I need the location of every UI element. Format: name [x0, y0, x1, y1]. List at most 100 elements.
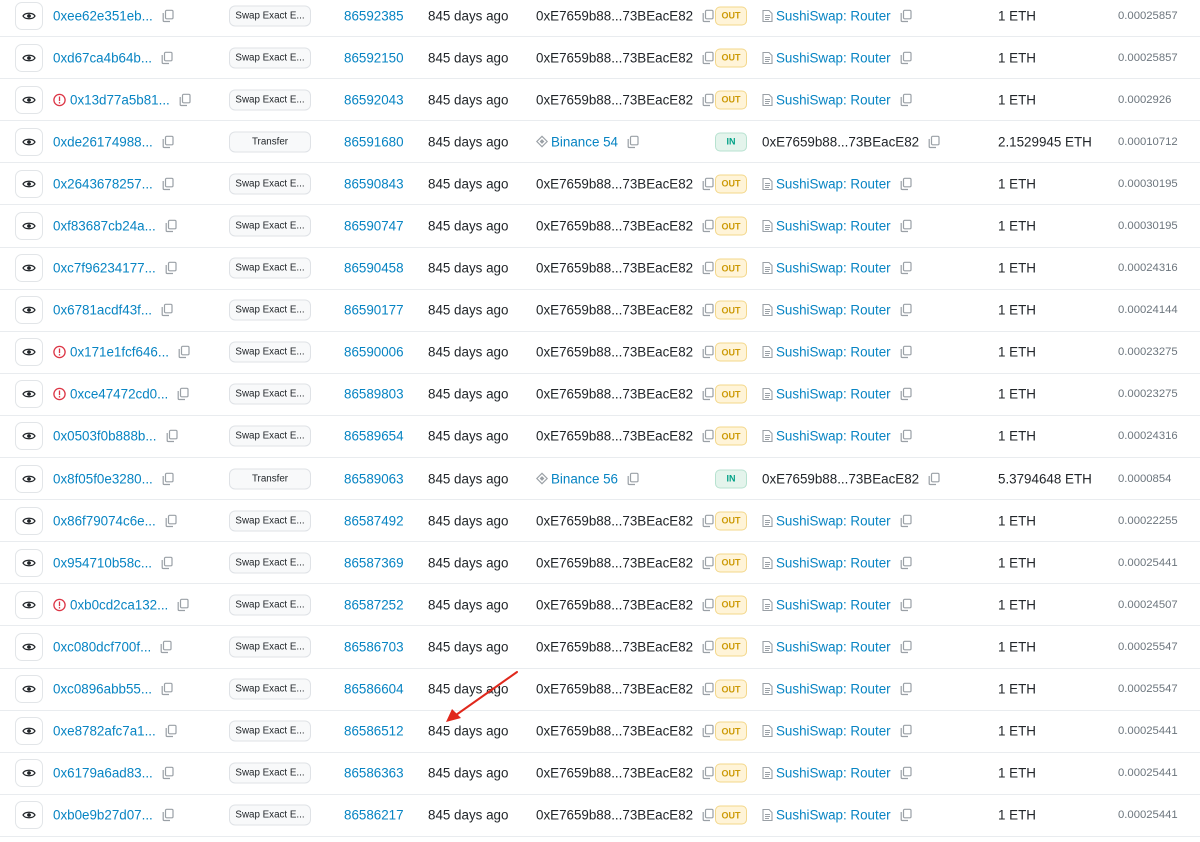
view-details-eye-icon[interactable]: [15, 254, 43, 283]
copy-icon[interactable]: [702, 219, 714, 233]
view-details-eye-icon[interactable]: [15, 296, 43, 325]
view-details-eye-icon[interactable]: [15, 717, 43, 746]
copy-icon[interactable]: [928, 472, 940, 485]
tx-hash-link[interactable]: 0xc0896abb55...: [53, 682, 152, 697]
view-details-eye-icon[interactable]: [15, 43, 43, 72]
copy-icon[interactable]: [165, 261, 177, 275]
view-details-eye-icon[interactable]: [15, 1, 43, 30]
copy-icon[interactable]: [702, 724, 714, 738]
copy-icon[interactable]: [165, 724, 177, 738]
to-address[interactable]: SushiSwap: Router: [776, 50, 891, 65]
view-details-eye-icon[interactable]: [15, 464, 43, 493]
copy-icon[interactable]: [161, 556, 173, 569]
view-details-eye-icon[interactable]: [15, 212, 43, 241]
to-address[interactable]: SushiSwap: Router: [776, 597, 891, 612]
tx-hash-link[interactable]: 0xd67ca4b64b...: [53, 50, 152, 65]
copy-icon[interactable]: [162, 177, 174, 191]
to-address[interactable]: SushiSwap: Router: [776, 639, 891, 654]
to-address[interactable]: SushiSwap: Router: [776, 219, 891, 234]
copy-icon[interactable]: [702, 9, 714, 22]
tx-hash-link[interactable]: 0xc080dcf700f...: [53, 639, 151, 654]
view-details-eye-icon[interactable]: [15, 169, 43, 198]
block-link[interactable]: 86586703: [344, 639, 404, 654]
copy-icon[interactable]: [900, 514, 912, 527]
copy-icon[interactable]: [900, 9, 912, 22]
copy-icon[interactable]: [702, 303, 714, 317]
block-link[interactable]: 86590843: [344, 176, 404, 191]
block-link[interactable]: 86587252: [344, 597, 404, 612]
block-link[interactable]: 86590458: [344, 261, 404, 276]
copy-icon[interactable]: [900, 640, 912, 654]
block-link[interactable]: 86592043: [344, 92, 404, 107]
block-link[interactable]: 86592385: [344, 8, 404, 23]
to-address[interactable]: SushiSwap: Router: [776, 724, 891, 739]
copy-icon[interactable]: [162, 135, 174, 148]
copy-icon[interactable]: [702, 388, 714, 401]
to-address[interactable]: SushiSwap: Router: [776, 8, 891, 23]
to-address[interactable]: SushiSwap: Router: [776, 92, 891, 107]
copy-icon[interactable]: [165, 514, 177, 527]
copy-icon[interactable]: [702, 93, 714, 106]
block-link[interactable]: 86589803: [344, 387, 404, 402]
copy-icon[interactable]: [900, 345, 912, 359]
copy-icon[interactable]: [900, 724, 912, 738]
block-link[interactable]: 86586217: [344, 808, 404, 823]
view-details-eye-icon[interactable]: [15, 632, 43, 661]
block-link[interactable]: 86590177: [344, 303, 404, 318]
block-link[interactable]: 86586604: [344, 682, 404, 697]
to-address[interactable]: SushiSwap: Router: [776, 513, 891, 528]
view-details-eye-icon[interactable]: [15, 759, 43, 788]
tx-hash-link[interactable]: 0x954710b58c...: [53, 555, 152, 570]
copy-icon[interactable]: [161, 303, 173, 317]
copy-icon[interactable]: [162, 766, 174, 780]
view-details-eye-icon[interactable]: [15, 590, 43, 619]
block-link[interactable]: 86590747: [344, 219, 404, 234]
tx-hash-link[interactable]: 0x2643678257...: [53, 176, 153, 191]
to-address[interactable]: SushiSwap: Router: [776, 766, 891, 781]
view-details-eye-icon[interactable]: [15, 85, 43, 114]
tx-hash-link[interactable]: 0x8f05f0e3280...: [53, 471, 153, 486]
view-details-eye-icon[interactable]: [15, 675, 43, 704]
copy-icon[interactable]: [702, 345, 714, 359]
block-link[interactable]: 86589654: [344, 429, 404, 444]
tx-hash-link[interactable]: 0xde26174988...: [53, 134, 153, 149]
to-address[interactable]: SushiSwap: Router: [776, 429, 891, 444]
view-details-eye-icon[interactable]: [15, 338, 43, 367]
block-link[interactable]: 86586512: [344, 724, 404, 739]
copy-icon[interactable]: [702, 261, 714, 275]
view-details-eye-icon[interactable]: [15, 380, 43, 409]
copy-icon[interactable]: [900, 809, 912, 822]
tx-hash-link[interactable]: 0xb0e9b27d07...: [53, 808, 153, 823]
from-address[interactable]: Binance 54: [551, 134, 618, 149]
view-details-eye-icon[interactable]: [15, 801, 43, 830]
to-address[interactable]: SushiSwap: Router: [776, 261, 891, 276]
copy-icon[interactable]: [900, 682, 912, 696]
to-address[interactable]: SushiSwap: Router: [776, 303, 891, 318]
to-address[interactable]: SushiSwap: Router: [776, 345, 891, 360]
copy-icon[interactable]: [900, 261, 912, 275]
copy-icon[interactable]: [177, 388, 189, 401]
view-details-eye-icon[interactable]: [15, 548, 43, 577]
tx-hash-link[interactable]: 0x0503f0b888b...: [53, 429, 157, 444]
tx-hash-link[interactable]: 0x171e1fcf646...: [70, 345, 169, 360]
block-link[interactable]: 86591680: [344, 134, 404, 149]
copy-icon[interactable]: [166, 430, 178, 443]
to-address[interactable]: SushiSwap: Router: [776, 808, 891, 823]
tx-hash-link[interactable]: 0xee62e351eb...: [53, 8, 153, 23]
block-link[interactable]: 86586363: [344, 766, 404, 781]
to-address[interactable]: SushiSwap: Router: [776, 682, 891, 697]
tx-hash-link[interactable]: 0xf83687cb24a...: [53, 219, 156, 234]
view-details-eye-icon[interactable]: [15, 127, 43, 156]
block-link[interactable]: 86590006: [344, 345, 404, 360]
tx-hash-link[interactable]: 0xce47472cd0...: [70, 387, 168, 402]
copy-icon[interactable]: [702, 514, 714, 527]
copy-icon[interactable]: [702, 598, 714, 611]
copy-icon[interactable]: [900, 430, 912, 443]
copy-icon[interactable]: [702, 682, 714, 696]
block-link[interactable]: 86592150: [344, 50, 404, 65]
to-address[interactable]: SushiSwap: Router: [776, 555, 891, 570]
copy-icon[interactable]: [161, 682, 173, 696]
block-link[interactable]: 86587492: [344, 513, 404, 528]
tx-hash-link[interactable]: 0xb0cd2ca132...: [70, 597, 168, 612]
copy-icon[interactable]: [702, 809, 714, 822]
